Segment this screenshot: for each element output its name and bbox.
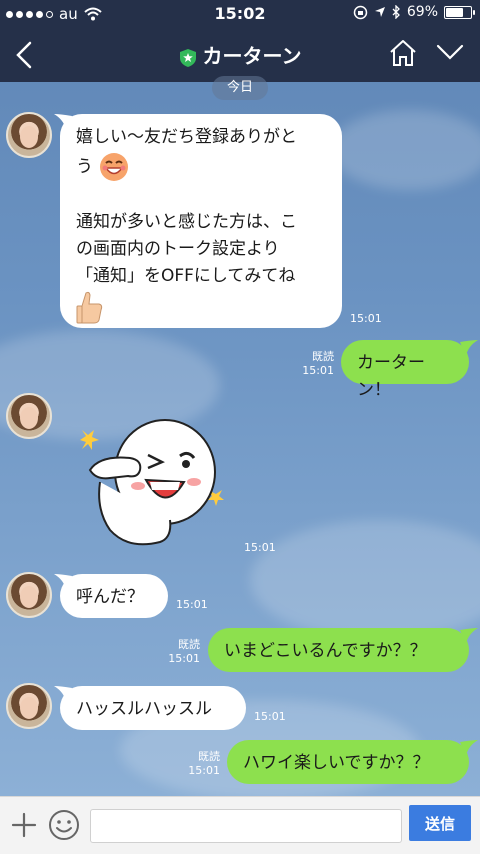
message-bubble-incoming[interactable]: 呼んだ？ bbox=[60, 574, 168, 618]
bubble-tail bbox=[460, 340, 478, 356]
read-receipt: 既読 bbox=[178, 638, 200, 651]
message-time: 15:01 bbox=[176, 598, 208, 611]
message-meta: 既読 15:01 bbox=[186, 750, 220, 778]
battery-icon bbox=[444, 5, 475, 19]
message-bubble-incoming[interactable]: 嬉しい〜友だち登録ありがと う 通知が多いと感じた方は、こ の画面内のトーク設定… bbox=[60, 114, 342, 328]
avatar[interactable] bbox=[6, 572, 52, 618]
message-time: 15:01 bbox=[254, 710, 286, 723]
message-time: 15:01 bbox=[168, 652, 200, 665]
shield-star-icon bbox=[179, 48, 196, 67]
thumbs-up-icon bbox=[76, 291, 103, 324]
message-time: 15:01 bbox=[302, 364, 334, 377]
battery-percent: 69% bbox=[406, 4, 438, 20]
bluetooth-icon bbox=[392, 5, 400, 19]
chat-title-text: カーターン bbox=[202, 44, 302, 68]
status-bar: au 15:02 69% bbox=[0, 0, 480, 28]
message-text: 嬉しい〜友だち登録ありがと bbox=[76, 127, 297, 147]
nav-bar: カーターン bbox=[0, 30, 480, 80]
avatar[interactable] bbox=[6, 683, 52, 729]
cloud bbox=[250, 520, 480, 640]
message-time: 15:01 bbox=[350, 312, 382, 325]
message-bubble-outgoing[interactable]: いまどこいるんですか？？ bbox=[208, 628, 469, 672]
bubble-tail bbox=[460, 628, 478, 644]
cloud bbox=[330, 110, 480, 190]
orientation-lock-icon bbox=[353, 5, 368, 19]
chat-screen: au 15:02 69% カーターン 今日 嬉しい〜友だち登録ありがと う 通知… bbox=[0, 0, 480, 854]
read-receipt: 既読 bbox=[312, 350, 334, 363]
message-text: カーターン！ bbox=[357, 353, 425, 400]
avatar[interactable] bbox=[6, 112, 52, 158]
home-icon[interactable] bbox=[388, 39, 418, 67]
emoji-icon[interactable] bbox=[48, 809, 80, 841]
message-text: 呼んだ？ bbox=[76, 587, 144, 607]
message-time: 15:01 bbox=[244, 541, 276, 554]
message-bubble-outgoing[interactable]: カーターン！ bbox=[341, 340, 469, 400]
chevron-down-icon[interactable] bbox=[436, 43, 464, 61]
read-receipt: 既読 bbox=[198, 750, 220, 763]
plus-icon[interactable] bbox=[10, 811, 38, 839]
message-input-bar: 送信 bbox=[0, 796, 480, 854]
message-time: 15:01 bbox=[188, 764, 220, 777]
location-icon bbox=[374, 7, 385, 17]
message-meta: 既読 15:01 bbox=[166, 638, 200, 666]
send-button[interactable]: 送信 bbox=[409, 805, 471, 841]
avatar[interactable] bbox=[6, 393, 52, 439]
top-bar: au 15:02 69% カーターン bbox=[0, 0, 480, 82]
message-text: 「通知」をOFFにしてみてね bbox=[76, 266, 296, 286]
moon-character-sticker[interactable] bbox=[70, 410, 240, 555]
message-text: の画面内のトーク設定より bbox=[76, 239, 280, 259]
date-divider: 今日 bbox=[212, 76, 268, 100]
message-text: 通知が多いと感じた方は、こ bbox=[76, 212, 297, 232]
message-text: いまどこいるんですか？？ bbox=[224, 641, 427, 661]
message-text: ハッスルハッスル bbox=[76, 699, 212, 719]
message-text: う bbox=[76, 151, 326, 183]
message-bubble-incoming[interactable]: ハッスルハッスル bbox=[60, 686, 246, 730]
message-input[interactable] bbox=[90, 809, 402, 843]
message-text: ハワイ楽しいですか？？ bbox=[243, 753, 430, 773]
message-meta: 既読 15:01 bbox=[298, 350, 334, 378]
grinning-face-icon bbox=[100, 153, 129, 181]
bubble-tail bbox=[460, 740, 478, 756]
message-bubble-outgoing[interactable]: ハワイ楽しいですか？？ bbox=[227, 740, 469, 784]
